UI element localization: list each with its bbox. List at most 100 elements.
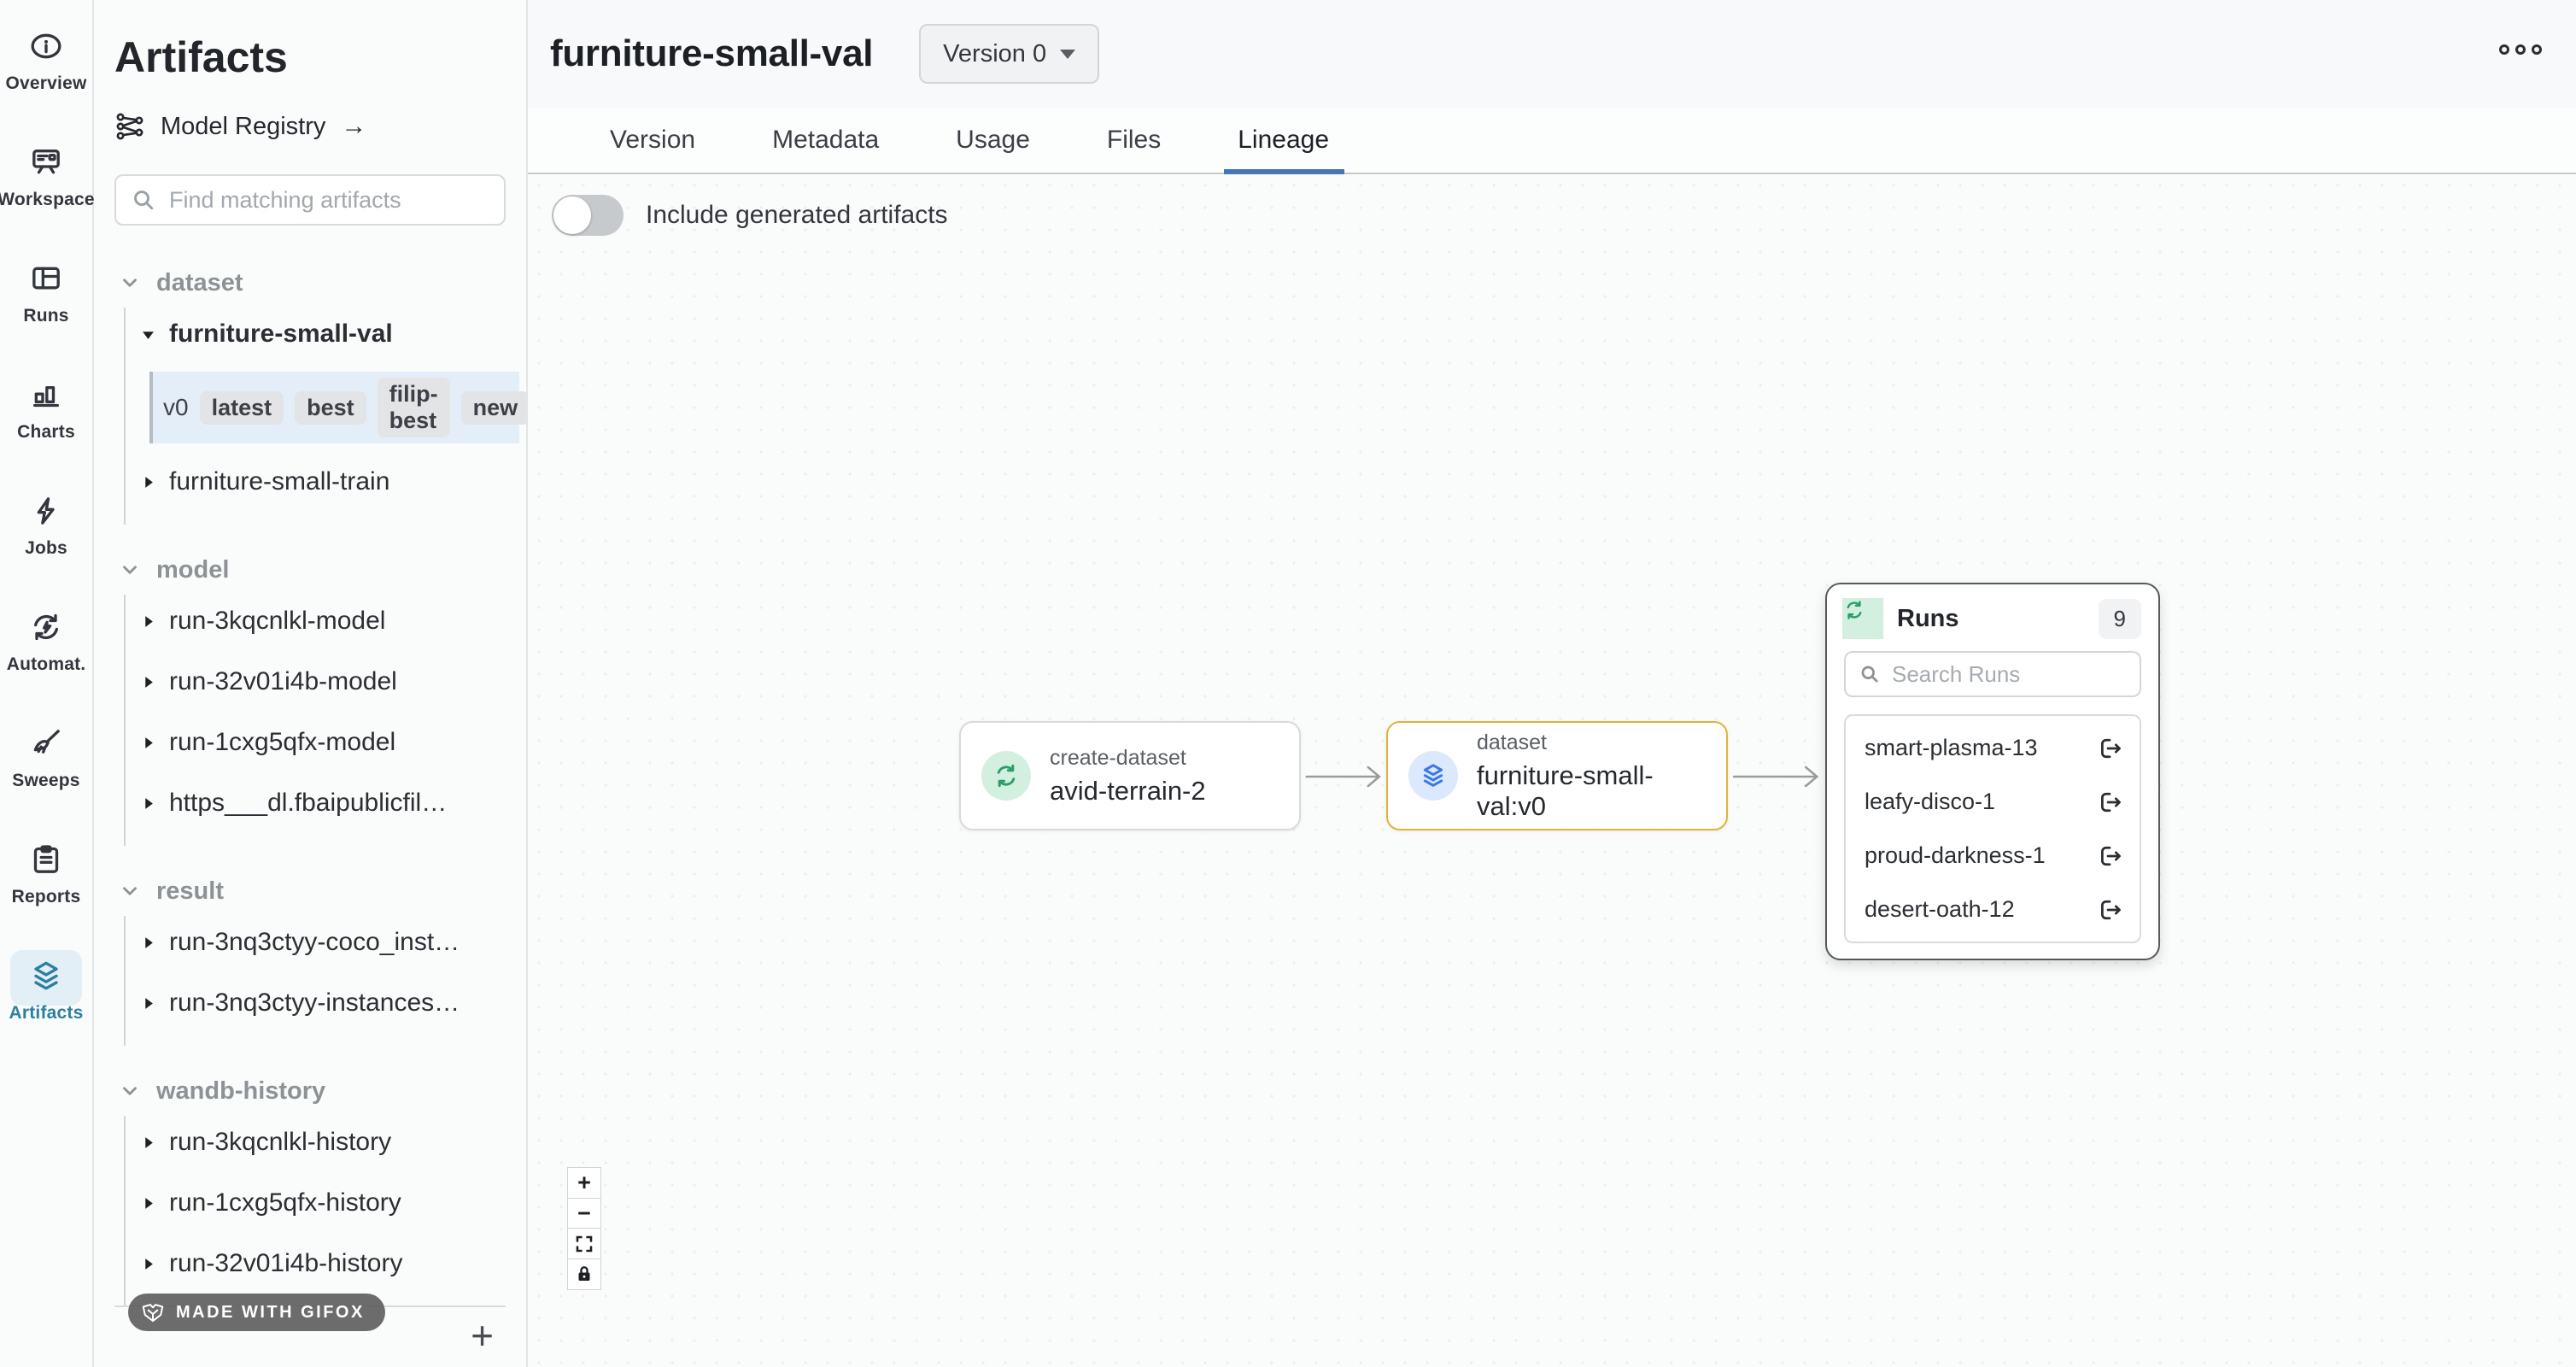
toggle-knob xyxy=(553,197,591,234)
version-row-selected[interactable]: v0 latest best filip-best new xyxy=(149,372,519,443)
canvas-zoom-controls: + − xyxy=(567,1167,601,1290)
tab-metadata[interactable]: Metadata xyxy=(772,108,879,173)
runs-panel-title: Runs xyxy=(1897,605,1959,633)
chevron-down-icon xyxy=(119,559,141,581)
tree-section-header[interactable]: result xyxy=(94,871,526,911)
clipboard-icon xyxy=(29,842,63,881)
sidebar-item-automations[interactable]: Automat. xyxy=(1,610,91,675)
tree-section-header[interactable]: model xyxy=(94,550,526,590)
open-run-icon[interactable] xyxy=(2095,734,2124,763)
chevron-down-icon xyxy=(119,272,141,294)
lineage-node-dataset[interactable]: dataset furniture-small-val:v0 xyxy=(1386,721,1728,830)
lineage-canvas[interactable]: Include generated artifacts create-datas… xyxy=(528,174,2576,1367)
app-window: Overview Workspace Runs Charts Jobs xyxy=(0,0,2576,1367)
open-run-icon[interactable] xyxy=(2095,788,2124,817)
tree-section-header[interactable]: wandb-history xyxy=(94,1071,526,1111)
tree-section-model: model run-3kqcnlkl-model run-32v01i4b-mo… xyxy=(94,550,526,846)
node-name: furniture-small-val:v0 xyxy=(1477,760,1706,822)
runs-panel: Runs 9 smart-plasma-13 leafy-disco-1 xyxy=(1825,583,2160,960)
tree-item[interactable]: https___dl.fbaipublicfil… xyxy=(126,783,526,823)
tree-item-furniture-small-train[interactable]: furniture-small-train xyxy=(126,462,526,502)
nav-label: Reports xyxy=(12,887,81,907)
open-run-icon[interactable] xyxy=(2095,895,2124,924)
triangle-right-icon xyxy=(142,1135,155,1150)
tree-item[interactable]: run-1cxg5qfx-model xyxy=(126,723,526,762)
version-dropdown[interactable]: Version 0 xyxy=(919,24,1099,84)
tree-section-wandb-history: wandb-history run-3kqcnlkl-history run-1… xyxy=(94,1071,526,1306)
sidebar-item-artifacts[interactable]: Artifacts xyxy=(1,959,91,1024)
triangle-right-icon xyxy=(142,675,155,689)
info-icon xyxy=(29,29,63,67)
nav-label: Sweeps xyxy=(12,771,79,791)
sidebar-item-reports[interactable]: Reports xyxy=(1,842,91,907)
triangle-right-icon xyxy=(142,1257,155,1271)
runs-panel-header: Runs 9 xyxy=(1827,584,2158,648)
nav-label: Charts xyxy=(17,422,75,443)
sidebar-item-overview[interactable]: Overview xyxy=(1,29,91,94)
triangle-down-icon xyxy=(142,327,155,342)
tree-item[interactable]: run-32v01i4b-history xyxy=(126,1244,526,1283)
network-icon xyxy=(114,111,145,142)
lock-button[interactable] xyxy=(567,1258,601,1290)
model-registry-label: Model Registry xyxy=(161,113,325,141)
tab-usage[interactable]: Usage xyxy=(956,108,1030,173)
tree-item[interactable]: run-1cxg5qfx-history xyxy=(126,1183,526,1223)
tree-item[interactable]: run-3nq3ctyy-coco_inst… xyxy=(126,923,526,962)
artifact-header: furniture-small-val Version 0 xyxy=(528,0,2576,108)
generated-artifacts-toggle-row: Include generated artifacts xyxy=(552,195,948,236)
sidebar-item-runs[interactable]: Runs xyxy=(1,261,91,326)
tab-version[interactable]: Version xyxy=(610,108,695,173)
fox-icon xyxy=(140,1301,166,1323)
page-title: furniture-small-val xyxy=(550,32,873,75)
artifacts-sidebar: Artifacts Model Registry → dataset xyxy=(94,0,528,1367)
triangle-right-icon xyxy=(142,736,155,750)
main-panel: furniture-small-val Version 0 Version Me… xyxy=(528,0,2576,1367)
zoom-in-button[interactable]: + xyxy=(567,1167,601,1199)
sidebar-item-charts[interactable]: Charts xyxy=(1,378,91,443)
model-registry-link[interactable]: Model Registry → xyxy=(114,111,526,142)
run-sync-icon xyxy=(1842,598,1883,639)
broom-icon xyxy=(29,726,63,765)
menu-dot-icon xyxy=(2532,44,2542,55)
tree-item[interactable]: run-3kqcnlkl-history xyxy=(126,1123,526,1162)
triangle-right-icon xyxy=(142,936,155,950)
tree-item-furniture-small-val[interactable]: furniture-small-val xyxy=(126,314,526,354)
dataset-layers-icon xyxy=(1408,751,1458,801)
lock-icon xyxy=(574,1264,594,1284)
zoom-out-button[interactable]: − xyxy=(567,1198,601,1229)
tree-section-header[interactable]: dataset xyxy=(94,263,526,302)
run-sync-icon xyxy=(981,751,1031,801)
lineage-node-create-dataset[interactable]: create-dataset avid-terrain-2 xyxy=(959,721,1301,830)
tab-files[interactable]: Files xyxy=(1107,108,1161,173)
run-row-proud-darkness-1[interactable]: proud-darkness-1 xyxy=(1846,829,2140,883)
triangle-right-icon xyxy=(142,614,155,629)
tree-item[interactable]: run-3kqcnlkl-model xyxy=(126,601,526,641)
tab-lineage[interactable]: Lineage xyxy=(1238,108,1329,173)
left-nav-rail: Overview Workspace Runs Charts Jobs xyxy=(0,0,94,1367)
artifact-search-input[interactable] xyxy=(169,187,490,214)
nav-label: Jobs xyxy=(25,538,67,559)
runs-search-input[interactable] xyxy=(1892,661,2128,688)
include-generated-toggle[interactable] xyxy=(552,195,624,236)
artifact-tabs: Version Metadata Usage Files Lineage xyxy=(528,108,2576,174)
tree-item[interactable]: run-32v01i4b-model xyxy=(126,662,526,701)
arrow-right-icon: → xyxy=(341,112,366,141)
toggle-label: Include generated artifacts xyxy=(646,201,948,230)
overflow-menu-button[interactable] xyxy=(2499,44,2542,55)
table-icon xyxy=(29,261,63,300)
triangle-right-icon xyxy=(142,796,155,811)
made-with-gifox-badge: MADE WITH GIFOX xyxy=(128,1294,385,1331)
run-row-leafy-disco-1[interactable]: leafy-disco-1 xyxy=(1846,775,2140,829)
add-artifact-button[interactable]: + xyxy=(471,1316,494,1355)
sidebar-item-workspace[interactable]: Workspace xyxy=(1,145,91,210)
tree-item[interactable]: run-3nq3ctyy-instances… xyxy=(126,983,526,1023)
fit-view-button[interactable] xyxy=(567,1228,601,1259)
sidebar-item-jobs[interactable]: Jobs xyxy=(1,494,91,559)
run-row-smart-plasma-13[interactable]: smart-plasma-13 xyxy=(1846,721,2140,775)
run-row-desert-oath-12[interactable]: desert-oath-12 xyxy=(1846,883,2140,936)
sidebar-item-sweeps[interactable]: Sweeps xyxy=(1,726,91,791)
triangle-right-icon xyxy=(142,1196,155,1211)
runs-count-badge: 9 xyxy=(2099,599,2141,639)
open-run-icon[interactable] xyxy=(2095,842,2124,871)
chevron-down-icon xyxy=(119,1080,141,1102)
